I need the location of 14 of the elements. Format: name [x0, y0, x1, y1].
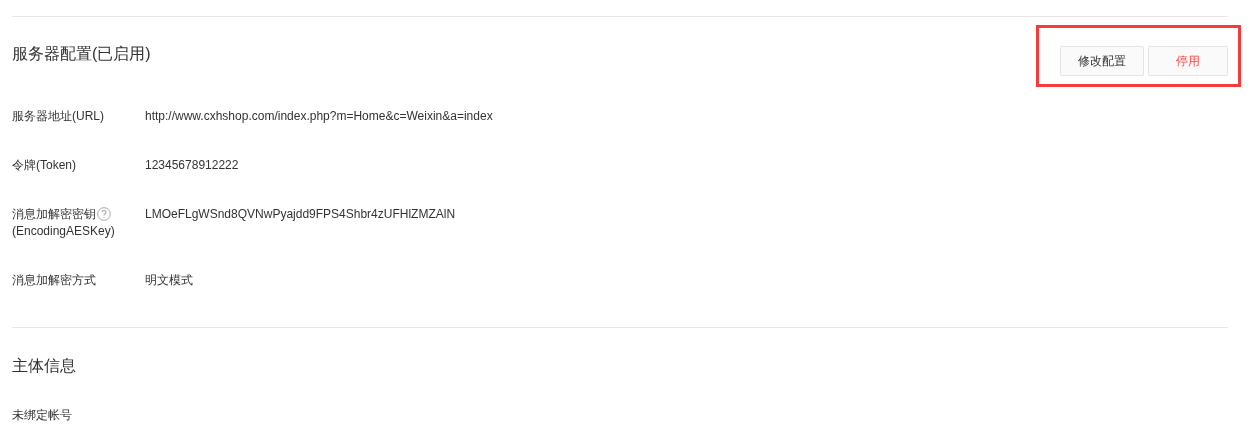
field-value: http://www.cxhshop.com/index.php?m=Home&c=Weixin&a=index: [145, 108, 493, 125]
edit-button[interactable]: 修改配置: [1060, 46, 1144, 76]
field-label: 服务器地址(URL): [12, 109, 104, 123]
field-label: 消息加解密方式: [12, 273, 96, 287]
field-value: 明文模式: [145, 272, 193, 289]
field-label: 消息加解密密钥: [12, 207, 96, 221]
field-value: LMOeFLgWSnd8QVNwPyajdd9FPS4Shbr4zUFHlZMZAlN: [145, 206, 456, 223]
account-status: 未绑定帐号: [12, 407, 73, 424]
field-value: 12345678912222: [145, 157, 239, 174]
help-icon[interactable]: [97, 207, 111, 221]
field-label: 令牌(Token): [12, 158, 76, 172]
section-title: 服务器配置(已启用): [12, 44, 151, 64]
section-title: 主体信息: [12, 356, 77, 376]
field-label: (EncodingAESKey): [12, 224, 115, 238]
